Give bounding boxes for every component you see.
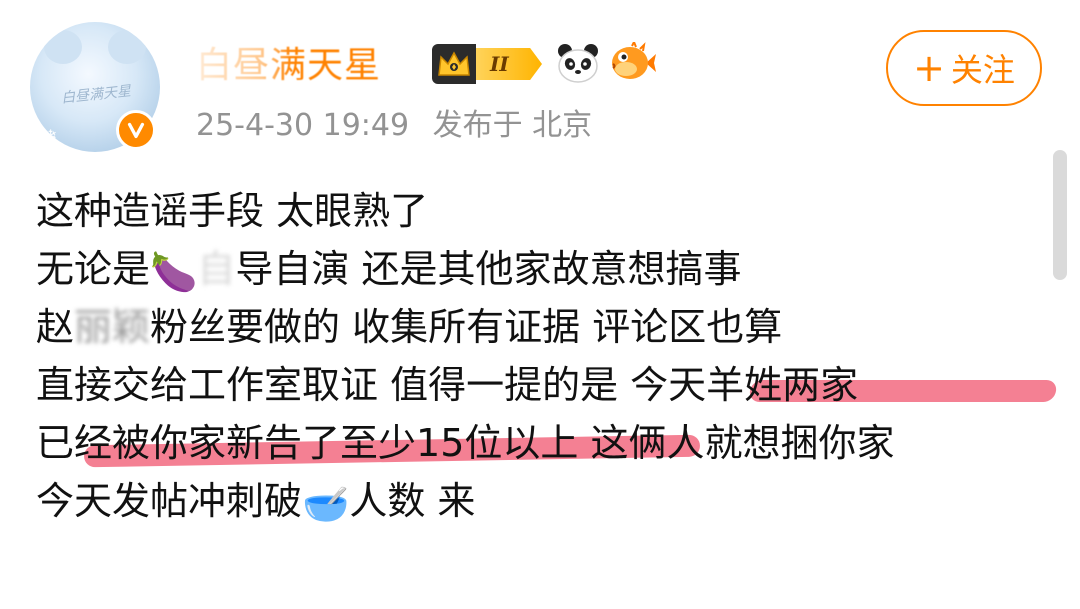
username[interactable]: 白昼满天星 (196, 40, 381, 92)
blurred-text: 自 (197, 247, 236, 291)
crown-icon (432, 44, 476, 84)
blurred-text: 丽颖 (74, 305, 151, 349)
post-line: 无论是🍆自导自演 还是其他家故意想搞事 (36, 240, 1046, 298)
eggplant-icon: 🍆 (150, 249, 198, 294)
verified-v-icon (116, 110, 156, 150)
scrollbar[interactable] (1053, 150, 1067, 280)
post-line: 直接交给工作室取证 值得一提的是 今天羊姓两家 (36, 356, 1058, 414)
post-location: 发布于 北京 (432, 108, 593, 143)
level-label: II (476, 48, 542, 80)
post-text: 这种造谣手段 太眼熟了 (36, 189, 429, 233)
post-text: 无论是 (36, 247, 151, 291)
follow-button-label: 关注 (950, 51, 1015, 89)
highlighted-text: 经被你家新告了至少15位以上 (74, 421, 579, 465)
plus-icon: + (913, 46, 945, 90)
post-text: 今天发帖冲刺破 (36, 479, 303, 523)
post-line: 已经被你家新告了至少15位以上 这俩人就想捆你家 (36, 414, 1046, 472)
post-text: 已 (36, 421, 75, 465)
level-badge[interactable]: II (432, 44, 544, 84)
avatar-ear-right (108, 30, 146, 64)
follow-button[interactable]: + 关注 (886, 30, 1042, 106)
post-text: 这俩人就想捆你家 (578, 421, 895, 465)
pufferfish-icon (612, 42, 656, 79)
snowflake-icon: ❄ (44, 126, 58, 145)
bowl-icon: 🥣 (302, 481, 350, 526)
post-line: 今天发帖冲刺破🥣人数 来 (36, 472, 1046, 530)
post-timestamp: 25-4-30 19:49 (196, 108, 410, 143)
post-line: 这种造谣手段 太眼熟了 (36, 182, 1046, 240)
post-body: 这种造谣手段 太眼熟了 无论是🍆自导自演 还是其他家故意想搞事 赵丽颖粉丝要做的… (36, 182, 1058, 530)
post-text: 粉丝要做的 收集所有证据 评论区也算 (150, 305, 783, 349)
highlighted-text: 今天羊姓两家 (630, 363, 859, 407)
avatar-text: 白昼满天星 (60, 83, 132, 107)
post-text: 赵 (36, 305, 75, 349)
post-text: 直接交给工作室取证 值得一提的是 (36, 363, 631, 407)
weibo-post: 白昼满天星 ❄ 白昼满天星 II 25-4-30 19:49 发布于 北京 + … (0, 0, 1080, 609)
post-text: 人数 来 (349, 479, 476, 523)
avatar-ear-left (44, 30, 82, 64)
post-text: 导自演 还是其他家故意想搞事 (235, 247, 742, 291)
post-meta: 25-4-30 19:49 发布于 北京 (196, 104, 606, 148)
panda-icon (558, 44, 598, 83)
post-line: 赵丽颖粉丝要做的 收集所有证据 评论区也算 (36, 298, 1046, 356)
